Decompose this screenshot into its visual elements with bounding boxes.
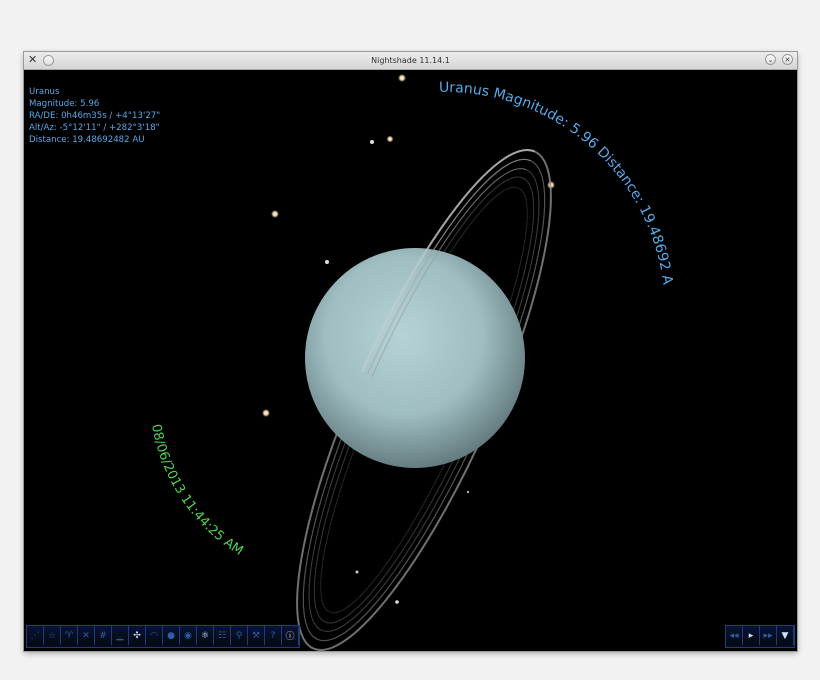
star xyxy=(355,570,359,574)
star xyxy=(370,140,374,144)
star xyxy=(398,74,406,82)
datetime-curved-label: 08/06/2013 11:44:25 AM xyxy=(148,423,246,559)
star xyxy=(262,409,270,417)
help-icon[interactable]: ? xyxy=(265,626,282,645)
star xyxy=(271,210,279,218)
pin-button[interactable] xyxy=(43,54,55,66)
object-alt-az: Alt/Az: -5°12'11" / +282°3'18" xyxy=(29,123,160,133)
star xyxy=(466,490,470,494)
info-icon[interactable]: ⓘ xyxy=(282,626,299,645)
hide-toolbar-icon[interactable]: ▼ xyxy=(777,626,794,645)
window-title: Nightshade 11.14.1 xyxy=(371,56,450,65)
time-toolbar: ◂◂ ▸ ▸▸ ▼ xyxy=(725,625,795,648)
atmosphere-icon[interactable]: ◠ xyxy=(146,626,163,645)
config-icon[interactable]: ⚒ xyxy=(248,626,265,645)
object-distance: Distance: 19.48692482 AU xyxy=(29,135,145,145)
object-magnitude: Magnitude: 5.96 xyxy=(29,99,100,109)
star xyxy=(395,600,399,604)
fast-forward-icon[interactable]: ▸▸ xyxy=(760,626,777,645)
telescope-icon[interactable]: ⚛ xyxy=(197,626,214,645)
azimuth-grid-icon[interactable]: ✕ xyxy=(78,626,95,645)
planet-names-icon[interactable]: ◉ xyxy=(180,626,197,645)
main-toolbar: ⋰ ☆ ♈ ✕ # ▁ ✣ ◠ ● ◉ ⚛ ☷ ⚲ ⚒ ? ⓘ xyxy=(26,625,300,648)
ground-icon[interactable]: ▁ xyxy=(112,626,129,645)
app-menu-icon[interactable]: ✕ xyxy=(28,54,37,66)
object-ra-de: RA/DE: 0h46m35s / +4°13'27" xyxy=(29,111,161,121)
rewind-icon[interactable]: ◂◂ xyxy=(726,626,743,645)
app-window: ✕ Nightshade 11.14.1 ⌄ ✕ Uranus Magnitud… xyxy=(24,52,797,651)
object-info-panel: Uranus Magnitude: 5.96 RA/DE: 0h46m35s / +… xyxy=(29,86,160,146)
minimize-button[interactable]: ⌄ xyxy=(765,54,776,65)
cardinal-points-icon[interactable]: ✣ xyxy=(129,626,146,645)
constellation-lines-icon[interactable]: ⋰ xyxy=(27,626,44,645)
star xyxy=(325,260,329,264)
equatorial-grid-icon[interactable]: # xyxy=(95,626,112,645)
close-button[interactable]: ✕ xyxy=(782,54,793,65)
constellation-names-icon[interactable]: ☆ xyxy=(44,626,61,645)
title-bar: ✕ Nightshade 11.14.1 ⌄ ✕ xyxy=(24,52,797,70)
sky-view[interactable]: Uranus Magnitude: 5.96 Distance: 19.4869… xyxy=(24,70,797,651)
constellation-art-icon[interactable]: ♈ xyxy=(61,626,78,645)
play-icon[interactable]: ▸ xyxy=(743,626,760,645)
object-name: Uranus xyxy=(29,87,60,97)
night-mode-icon[interactable]: ☷ xyxy=(214,626,231,645)
nebula-icon[interactable]: ● xyxy=(163,626,180,645)
star xyxy=(386,135,394,143)
search-icon[interactable]: ⚲ xyxy=(231,626,248,645)
sky-canvas: Uranus Magnitude: 5.96 Distance: 19.4869… xyxy=(24,70,675,651)
